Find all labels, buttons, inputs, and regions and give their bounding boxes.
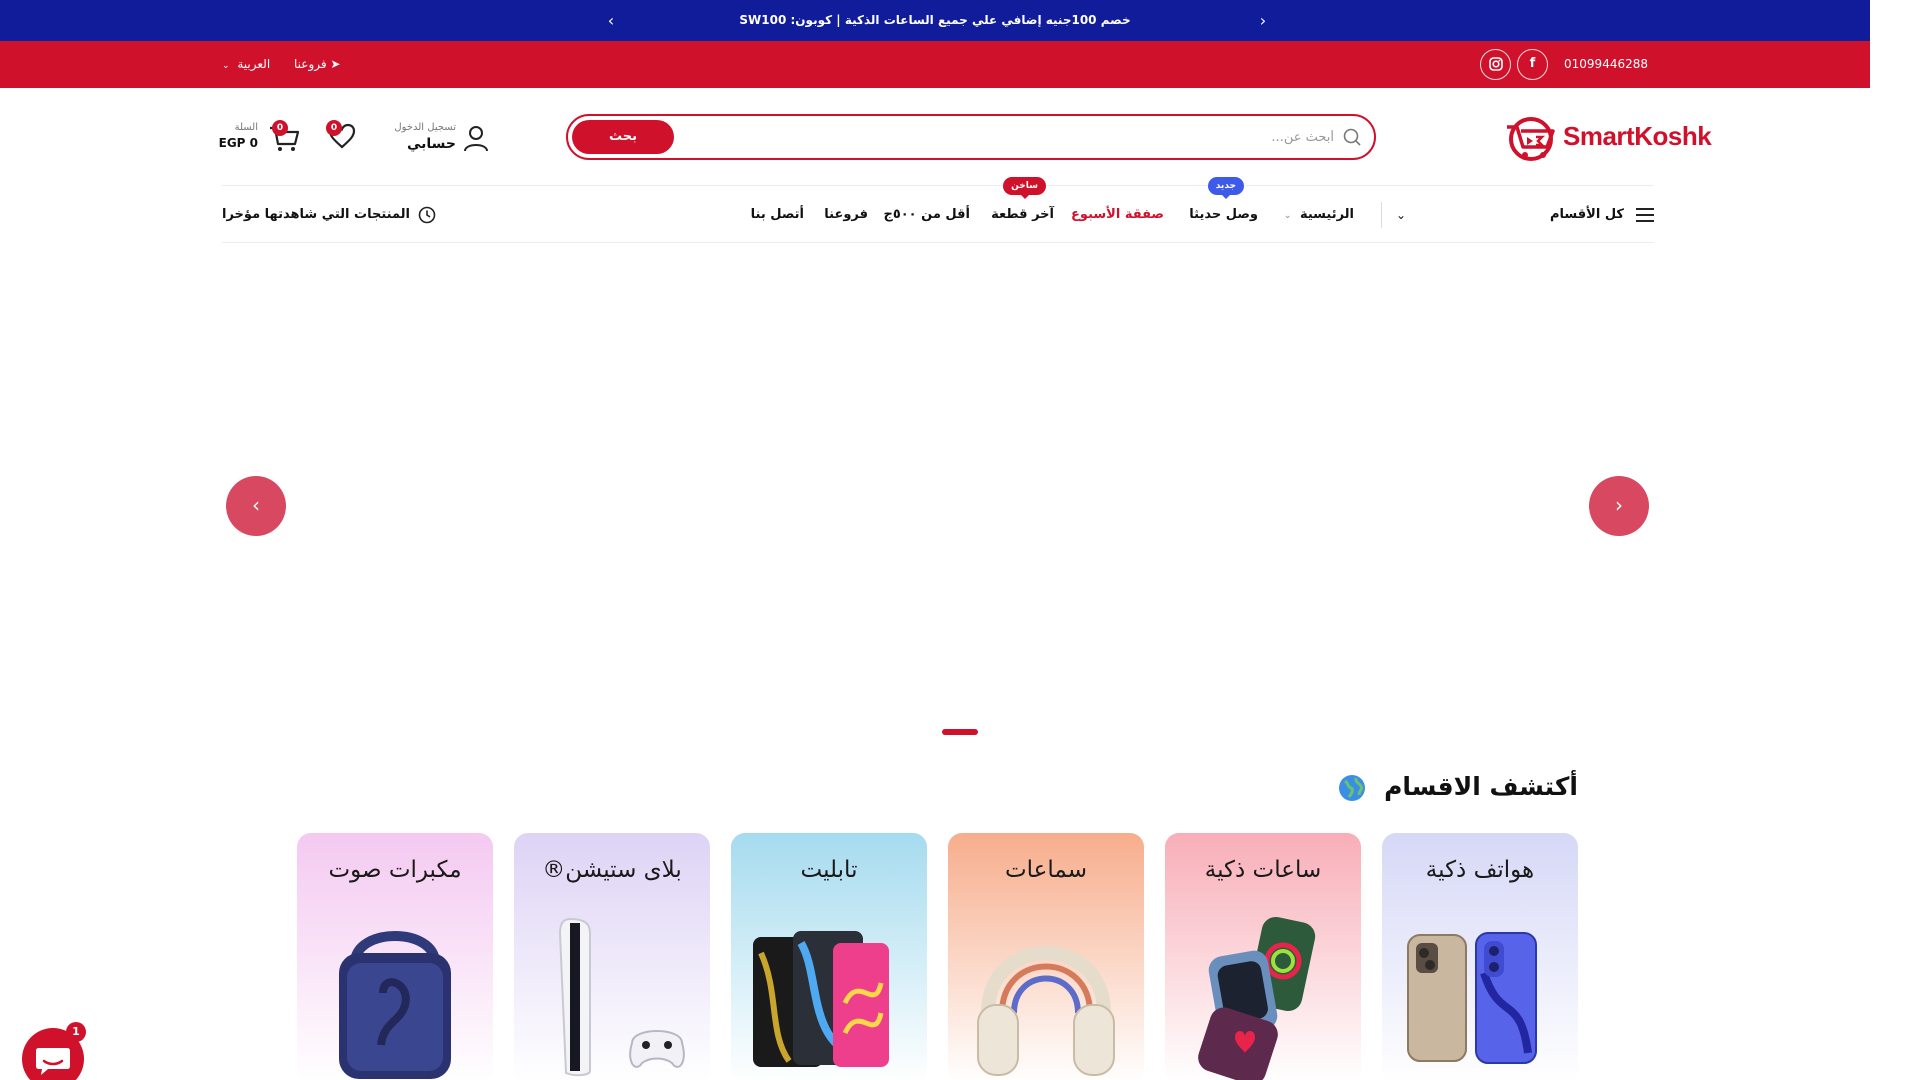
cart-button[interactable]: 0 السلة EGP 0 (218, 118, 300, 158)
category-card-label: سماعات (1005, 857, 1087, 883)
category-card-label: مكبرات صوت (328, 857, 462, 883)
category-card-tablets[interactable]: تابليت (731, 833, 927, 1080)
cart-count-badge: 0 (272, 120, 288, 136)
cart-total: EGP 0 (218, 136, 258, 150)
speaker-icon (339, 931, 451, 1079)
slider-next-button[interactable]: › (1589, 476, 1649, 536)
slider-prev-button[interactable]: ‹ (226, 476, 286, 536)
chevron-down-icon: ⌄ (1395, 208, 1406, 222)
language-label: العربية (237, 57, 271, 71)
headphones-icon (977, 946, 1115, 1076)
chevron-down-icon: ⌄ (222, 61, 230, 71)
smartwatch-icon (1198, 916, 1316, 1080)
new-badge: جديد (1207, 177, 1244, 199)
nav-item-contact[interactable]: أتصل بنا (751, 186, 804, 244)
category-card-smartwatches[interactable]: ساعات ذكية (1165, 833, 1361, 1080)
category-dropdown[interactable]: ⌄ (1396, 186, 1418, 244)
main-nav: كل الأقسام ⌄ الرئيسية ⌄ وصل حديثا جديد ص… (222, 177, 1654, 244)
announcement-text[interactable]: خصم 100جنيه إضافي علي جميع الساعات الذكي… (0, 0, 1870, 41)
language-selector[interactable]: العربية ⌄ (222, 41, 270, 88)
wishlist-button[interactable]: 0 (326, 120, 358, 152)
menu-icon (1636, 208, 1654, 222)
tablet-icon (753, 931, 889, 1067)
category-card-playstation[interactable]: بلاى ستيشن® (514, 833, 710, 1080)
announcement-bar: ‹ خصم 100جنيه إضافي علي جميع الساعات الذ… (0, 0, 1870, 41)
logo-text: SmartKoshk (1563, 121, 1712, 151)
categories-title-text: أكتشف الاقسام (1384, 772, 1578, 801)
page: ‹ خصم 100جنيه إضافي علي جميع الساعات الذ… (0, 0, 1920, 1080)
nav-divider (1381, 202, 1382, 228)
console-icon (558, 917, 685, 1077)
clock-icon (418, 206, 436, 224)
category-card-phones[interactable]: هواتف ذكية (1382, 833, 1578, 1080)
recently-viewed-label: المنتجات التي شاهدتها مؤخرا (222, 207, 410, 222)
recently-viewed-link[interactable]: المنتجات التي شاهدتها مؤخرا (222, 186, 436, 244)
nav-item-branches[interactable]: فروعنا (824, 186, 868, 244)
cart-label: السلة (234, 122, 258, 133)
branches-link[interactable]: ➤ فروعنا (294, 41, 340, 88)
category-card-label: ساعات ذكية (1204, 857, 1322, 883)
chevron-down-icon: ⌄ (1283, 211, 1292, 221)
instagram-icon[interactable] (1480, 49, 1511, 80)
slider-dot-active[interactable] (942, 729, 978, 735)
search-button[interactable]: بحث (572, 120, 674, 154)
chat-count-badge: 1 (66, 1022, 86, 1042)
nav-item-new-arrivals-label: وصل حديثا (1189, 207, 1258, 222)
chat-button[interactable]: 1 (22, 1022, 86, 1080)
hot-badge: ساخن (1003, 177, 1046, 199)
category-card-label: تابليت (800, 857, 858, 883)
wishlist-count-badge: 0 (326, 120, 342, 136)
smartphone-icon (1407, 932, 1537, 1064)
categories-title: أكتشف الاقسام (1337, 772, 1578, 803)
nav-item-home[interactable]: الرئيسية ⌄ (1284, 186, 1354, 244)
nav-item-deal-of-week[interactable]: صفقة الأسبوع (1071, 186, 1164, 244)
nav-item-last-piece[interactable]: آخر قطعة ساخن (991, 177, 1054, 244)
account-login-label: تسجيل الدخول (394, 122, 456, 133)
top-bar: 01099446288 f ➤ فروعنا العربية ⌄ (0, 41, 1870, 88)
category-card-headphones[interactable]: سماعات (948, 833, 1144, 1080)
globe-icon (1339, 775, 1366, 801)
category-card-speakers[interactable]: مكبرات صوت (297, 833, 493, 1080)
logo-cart-icon (1507, 117, 1555, 161)
nav-item-last-piece-label: آخر قطعة (991, 207, 1054, 222)
category-card-label: بلاى ستيشن® (542, 857, 682, 883)
account-link[interactable]: تسجيل الدخول حسابي (388, 118, 490, 158)
account-label: حسابي (406, 136, 456, 152)
nav-item-new-arrivals[interactable]: وصل حديثا جديد (1189, 177, 1258, 244)
all-categories-label: كل الأقسام (1550, 207, 1624, 222)
search-icon (1343, 128, 1361, 146)
facebook-icon[interactable]: f (1517, 49, 1548, 80)
all-categories-button[interactable]: كل الأقسام (1550, 186, 1654, 244)
phone-number[interactable]: 01099446288 (1564, 41, 1648, 88)
search-bar: بحث (566, 114, 1376, 160)
search-input[interactable] (694, 122, 1334, 152)
site-logo[interactable]: SmartKoshk (1503, 113, 1712, 163)
nav-item-under-500[interactable]: أقل من ٥٠٠ج (883, 186, 970, 244)
announcement-next-button[interactable]: › (1252, 10, 1274, 32)
user-icon (464, 126, 488, 152)
category-card-label: هواتف ذكية (1425, 857, 1535, 883)
nav-item-home-label: الرئيسية (1299, 207, 1354, 222)
